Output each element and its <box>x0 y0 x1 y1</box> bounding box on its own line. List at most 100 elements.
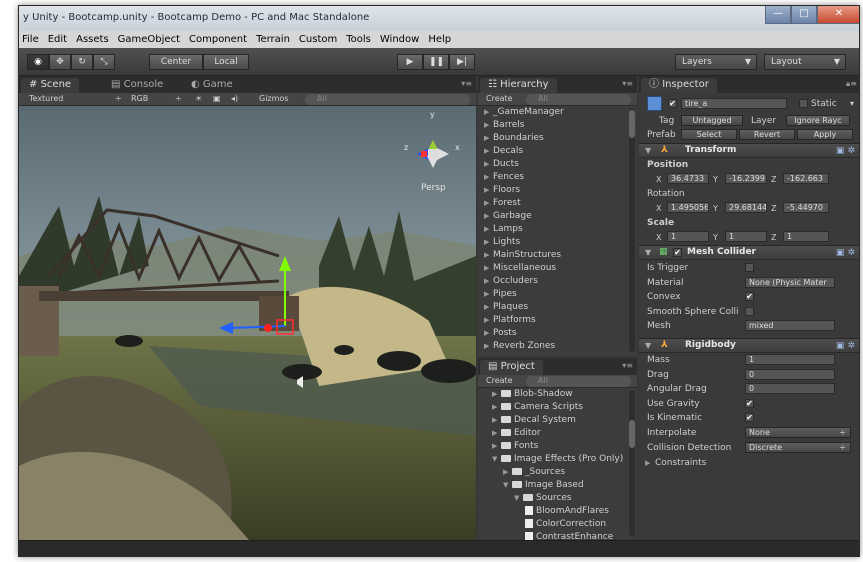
hierarchy-item[interactable]: ▶ Fences <box>478 171 627 184</box>
scale-y-field[interactable]: 1 <box>725 231 767 242</box>
expand-arrow-icon[interactable]: ▶ <box>484 158 493 171</box>
rotation-y-field[interactable]: 29.68144 <box>725 202 767 213</box>
foldout-arrow-icon[interactable]: ▼ <box>645 339 651 352</box>
minimize-button[interactable]: — <box>765 6 791 24</box>
menu-edit[interactable]: Edit <box>48 34 67 45</box>
mesh-collider-enabled-checkbox[interactable]: ✔ <box>673 248 682 257</box>
project-item[interactable]: ▶ _Sources <box>478 466 627 479</box>
pivot-center-toggle[interactable]: Center <box>149 54 203 70</box>
hierarchy-item[interactable]: ▶ Barrels <box>478 119 627 132</box>
menu-file[interactable]: File <box>22 34 39 45</box>
rotate-tool-icon[interactable]: ↻ <box>71 54 93 70</box>
tab-hierarchy[interactable]: ☷ Hierarchy <box>480 78 557 93</box>
scrollbar-thumb[interactable] <box>629 420 635 448</box>
tab-console[interactable]: ▤ Console <box>103 78 171 93</box>
property-field[interactable]: None (Physic Mater <box>745 276 835 288</box>
panel-menu-icon[interactable]: ▾≡ <box>461 79 472 88</box>
expand-arrow-icon[interactable]: ▶ <box>503 466 512 479</box>
expand-arrow-icon[interactable]: ▶ <box>484 301 493 314</box>
project-item[interactable]: BloomAndFlares <box>478 505 627 518</box>
expand-arrow-icon[interactable]: ▼ <box>492 453 501 466</box>
expand-arrow-icon[interactable]: ▶ <box>484 262 493 275</box>
project-item[interactable]: ContrastEnhance <box>478 531 627 540</box>
project-item[interactable]: ▶ Camera Scripts <box>478 401 627 414</box>
hierarchy-item[interactable]: ▶ _GameManager <box>478 106 627 119</box>
expand-arrow-icon[interactable]: ▶ <box>492 401 501 414</box>
foldout-arrow-icon[interactable]: ▼ <box>645 246 651 259</box>
expand-arrow-icon[interactable]: ▶ <box>484 236 493 249</box>
image-toggle-icon[interactable]: ▣ <box>213 94 221 103</box>
project-item[interactable]: ▶ Decal System <box>478 414 627 427</box>
prefab-apply-button[interactable]: Apply <box>797 129 853 140</box>
settings-gear-icon[interactable]: ▣ ✲ <box>836 145 855 158</box>
hierarchy-item[interactable]: ▶ Ducts <box>478 158 627 171</box>
expand-arrow-icon[interactable]: ▶ <box>492 414 501 427</box>
move-tool-icon[interactable]: ✥ <box>49 54 71 70</box>
menu-gameobject[interactable]: GameObject <box>118 34 180 45</box>
project-item[interactable]: ▼ Image Effects (Pro Only) <box>478 453 627 466</box>
expand-arrow-icon[interactable]: ▶ <box>484 184 493 197</box>
scene-search-input[interactable]: All <box>305 94 470 105</box>
hierarchy-item[interactable]: ▶ Plaques <box>478 301 627 314</box>
audio-toggle-icon[interactable]: ◂) <box>231 94 238 103</box>
step-button[interactable]: ▶| <box>449 54 475 70</box>
hierarchy-item[interactable]: ▶ Decals <box>478 145 627 158</box>
create-dropdown[interactable]: Create <box>486 376 513 385</box>
expand-arrow-icon[interactable]: ▶ <box>492 388 501 401</box>
project-item[interactable]: ▼ Sources <box>478 492 627 505</box>
position-z-field[interactable]: -162.663 <box>783 173 829 184</box>
expand-arrow-icon[interactable]: ▶ <box>484 340 493 353</box>
tag-dropdown[interactable]: Untagged <box>681 115 743 126</box>
expand-arrow-icon[interactable]: ▶ <box>484 132 493 145</box>
hierarchy-item[interactable]: ▶ Occluders <box>478 275 627 288</box>
hierarchy-item[interactable]: ▶ Lights <box>478 236 627 249</box>
create-dropdown[interactable]: Create <box>486 94 513 103</box>
pause-button[interactable]: ❚❚ <box>423 54 449 70</box>
project-scrollbar[interactable] <box>629 390 635 536</box>
hierarchy-scrollbar[interactable] <box>629 108 635 352</box>
property-dropdown[interactable]: Discrete ÷ <box>745 441 851 453</box>
hierarchy-item[interactable]: ▶ Miscellaneous <box>478 262 627 275</box>
expand-arrow-icon[interactable]: ▶ <box>484 145 493 158</box>
view-label-persp[interactable]: Persp <box>421 183 446 193</box>
menu-assets[interactable]: Assets <box>76 34 109 45</box>
expand-arrow-icon[interactable]: ▶ <box>484 327 493 340</box>
property-dropdown[interactable]: None ÷ <box>745 427 851 438</box>
property-field[interactable]: mixed <box>745 320 835 332</box>
tab-project[interactable]: ▤ Project <box>480 360 543 375</box>
layer-dropdown[interactable]: Ignore Rayc <box>786 115 850 126</box>
property-field[interactable]: 0 <box>745 383 835 395</box>
expand-arrow-icon[interactable]: ▶ <box>492 440 501 453</box>
view-tool-eye-icon[interactable]: ◉ <box>27 54 49 70</box>
transform-component-header[interactable]: ▼ ⅄ Transform ▣ ✲ <box>639 143 859 158</box>
expand-arrow-icon[interactable]: ▶ <box>484 314 493 327</box>
panel-menu-icon[interactable]: ▾≡ <box>622 361 633 370</box>
hierarchy-item[interactable]: ▶ Pipes <box>478 288 627 301</box>
object-name-field[interactable]: tire_a <box>681 98 787 109</box>
menu-custom[interactable]: Custom <box>299 34 337 45</box>
property-checkbox[interactable]: ✔ <box>745 413 754 423</box>
expand-arrow-icon[interactable]: ▼ <box>514 492 523 505</box>
expand-arrow-icon[interactable]: ▶ <box>484 119 493 132</box>
project-item[interactable]: ▶ Fonts <box>478 440 627 453</box>
prefab-revert-button[interactable]: Revert <box>739 129 795 140</box>
close-button[interactable]: ✕ <box>817 6 859 24</box>
hierarchy-item[interactable]: ▶ Reverb Zones <box>478 340 627 353</box>
lock-icon[interactable]: 🔒︎≡ <box>846 79 857 89</box>
expand-arrow-icon[interactable]: ▶ <box>484 288 493 301</box>
static-checkbox[interactable] <box>799 99 808 108</box>
property-checkbox[interactable] <box>745 306 754 316</box>
prefab-select-button[interactable]: Select <box>681 129 737 140</box>
active-checkbox[interactable]: ✔ <box>668 99 677 108</box>
menu-tools[interactable]: Tools <box>346 34 371 45</box>
constraints-foldout[interactable]: ▶ Constraints <box>639 456 859 470</box>
panel-menu-icon[interactable]: ▾≡ <box>622 79 633 88</box>
rotation-x-field[interactable]: 1.495056 <box>667 202 709 213</box>
tab-game[interactable]: ◐ Game <box>183 78 241 93</box>
expand-arrow-icon[interactable]: ▶ <box>484 106 493 119</box>
property-checkbox[interactable]: ✔ <box>745 292 754 302</box>
property-field[interactable]: 1 <box>745 354 835 365</box>
project-item[interactable]: ▼ Image Based <box>478 479 627 492</box>
shading-mode-dropdown[interactable]: Textured <box>29 94 63 103</box>
expand-arrow-icon[interactable]: ▶ <box>484 275 493 288</box>
